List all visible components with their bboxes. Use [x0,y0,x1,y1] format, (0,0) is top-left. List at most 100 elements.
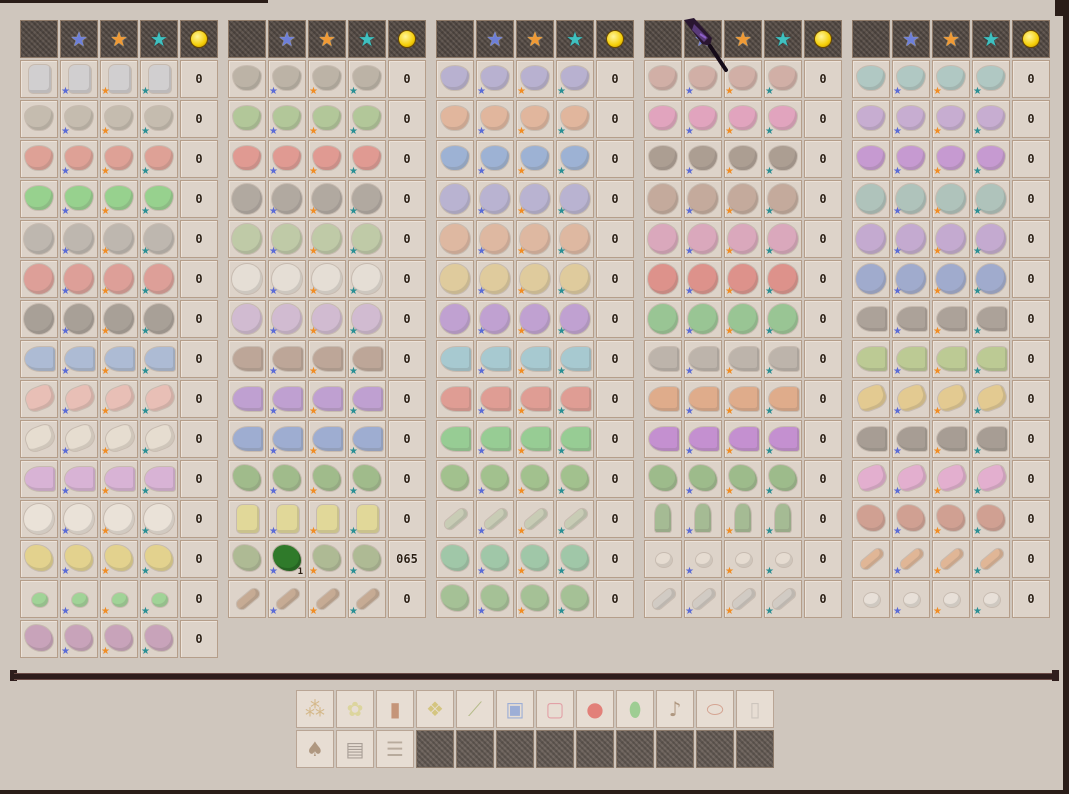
item-slot[interactable]: ★ [100,500,138,538]
item-slot[interactable] [228,220,266,258]
item-slot[interactable] [228,180,266,218]
item-slot[interactable]: ★ [348,140,386,178]
item-slot[interactable]: ★ [140,100,178,138]
item-slot[interactable]: ★ [932,180,970,218]
item-slot[interactable]: ★ [476,100,514,138]
item-slot[interactable]: ★ [972,580,1010,618]
item-slot[interactable]: ★ [764,380,802,418]
item-slot[interactable]: ★ [684,140,722,178]
empty-inventory-slot[interactable] [536,730,574,768]
item-slot[interactable] [20,300,58,338]
item-slot[interactable]: ★ [308,220,346,258]
item-slot[interactable]: ★ [268,60,306,98]
item-slot[interactable] [20,500,58,538]
item-slot[interactable]: ★ [516,420,554,458]
item-slot[interactable]: ★ [516,540,554,578]
item-slot[interactable]: ★ [100,420,138,458]
item-slot[interactable] [20,380,58,418]
item-slot[interactable]: ★ [932,380,970,418]
item-slot[interactable] [644,420,682,458]
item-slot[interactable]: ★ [100,300,138,338]
item-slot[interactable] [436,420,474,458]
item-slot[interactable]: ★ [932,580,970,618]
item-slot[interactable] [436,100,474,138]
item-slot[interactable]: ★ [60,260,98,298]
item-slot[interactable]: ★ [60,340,98,378]
item-slot[interactable]: ★ [476,300,514,338]
item-slot[interactable]: ★ [556,140,594,178]
item-slot[interactable] [228,460,266,498]
item-slot[interactable] [436,60,474,98]
item-slot[interactable] [20,460,58,498]
item-slot[interactable]: ★ [892,60,930,98]
inventory-slot[interactable]: ▢ [536,690,574,728]
item-slot[interactable]: ★ [764,60,802,98]
item-slot[interactable] [852,260,890,298]
item-slot[interactable]: ★ [140,220,178,258]
item-slot[interactable]: ★ [100,540,138,578]
item-slot[interactable]: ★ [892,100,930,138]
item-slot[interactable]: ★ [724,340,762,378]
item-slot[interactable]: ★ [556,460,594,498]
item-slot[interactable]: ★ [932,300,970,338]
item-slot[interactable] [20,340,58,378]
item-slot[interactable]: ★ [60,300,98,338]
item-slot[interactable]: ★ [556,340,594,378]
empty-inventory-slot[interactable] [456,730,494,768]
item-slot[interactable] [436,340,474,378]
item-slot[interactable] [20,260,58,298]
item-slot[interactable]: ★ [100,100,138,138]
item-slot[interactable]: ★ [268,380,306,418]
item-slot[interactable]: ★ [100,220,138,258]
item-slot[interactable]: ★ [684,300,722,338]
item-slot[interactable]: ★ [100,620,138,658]
item-slot[interactable]: ★ [556,220,594,258]
item-slot[interactable]: ★ [724,460,762,498]
item-slot[interactable] [20,220,58,258]
inventory-slot[interactable]: ▮ [376,690,414,728]
item-slot[interactable]: ★ [308,140,346,178]
item-slot[interactable]: ★ [516,580,554,618]
item-slot[interactable]: ★ [60,420,98,458]
item-slot[interactable]: ★ [724,300,762,338]
item-slot[interactable] [436,220,474,258]
item-slot[interactable]: ★ [932,540,970,578]
item-slot[interactable]: ★ [684,380,722,418]
item-slot[interactable]: ★ [556,500,594,538]
item-slot[interactable]: ★ [60,100,98,138]
item-slot[interactable] [20,420,58,458]
item-slot[interactable]: ★ [476,60,514,98]
item-slot[interactable]: ★ [348,260,386,298]
item-slot[interactable]: ★ [932,460,970,498]
item-slot[interactable] [852,420,890,458]
item-slot[interactable] [228,260,266,298]
item-slot[interactable]: ★ [972,60,1010,98]
item-slot[interactable]: ★ [892,260,930,298]
item-slot[interactable]: ★ [308,540,346,578]
item-slot[interactable]: ★ [60,180,98,218]
item-slot[interactable]: ★ [892,380,930,418]
item-slot[interactable] [20,580,58,618]
item-slot[interactable]: ★ [764,500,802,538]
item-slot[interactable]: ★ 1 [268,540,306,578]
item-slot[interactable] [644,580,682,618]
item-slot[interactable]: ★ [516,260,554,298]
item-slot[interactable] [20,180,58,218]
item-slot[interactable]: ★ [556,60,594,98]
empty-inventory-slot[interactable] [736,730,774,768]
inventory-slot[interactable]: ❖ [416,690,454,728]
inventory-slot[interactable]: ⟋ [456,690,494,728]
empty-inventory-slot[interactable] [416,730,454,768]
item-slot[interactable]: ★ [892,140,930,178]
item-slot[interactable]: ★ [972,340,1010,378]
item-slot[interactable] [852,460,890,498]
item-slot[interactable]: ★ [348,460,386,498]
item-slot[interactable]: ★ [556,260,594,298]
item-slot[interactable]: ★ [308,260,346,298]
item-slot[interactable] [228,100,266,138]
item-slot[interactable] [644,500,682,538]
item-slot[interactable] [644,220,682,258]
item-slot[interactable] [436,540,474,578]
item-slot[interactable]: ★ [308,60,346,98]
item-slot[interactable]: ★ [268,420,306,458]
